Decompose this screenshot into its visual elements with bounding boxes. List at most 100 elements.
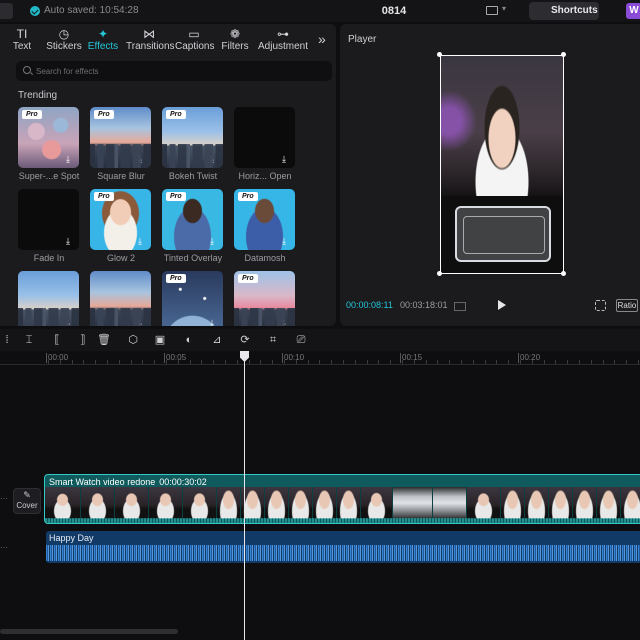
layout-icon[interactable]: [486, 6, 498, 15]
mirror-button[interactable]: ⊿: [210, 333, 224, 347]
track-handle-dots[interactable]: ⋯: [0, 543, 8, 552]
ruler-minor-tick: [437, 360, 438, 364]
search-box[interactable]: [16, 61, 332, 81]
panel-tabs: TI Text ◷ Stickers ✦ Effects ⋈ Transitions ▭ Capt…: [0, 24, 336, 56]
crop-button[interactable]: ⌗: [266, 333, 280, 347]
timecode-format-icon[interactable]: [454, 302, 466, 311]
ratio-button[interactable]: Ratio: [616, 299, 638, 312]
pro-badge: Pro: [166, 110, 186, 119]
download-icon[interactable]: [66, 236, 75, 247]
tab-adjustment[interactable]: ⊶ Adjustment: [256, 24, 310, 56]
adjustment-icon: ⊶: [277, 27, 289, 41]
time-ruler[interactable]: 00:00 00:05 00:10 00:15 00:20: [0, 351, 640, 365]
ruler-minor-tick: [272, 360, 273, 364]
shortcuts-button[interactable]: Shortcuts: [529, 2, 599, 20]
effect-thumbnail[interactable]: [18, 189, 79, 250]
mask-button[interactable]: ⬡: [126, 333, 140, 347]
download-icon[interactable]: [138, 154, 147, 165]
track-handle-dots[interactable]: ⋯: [0, 494, 8, 503]
subtitle-button[interactable]: ⎚: [294, 333, 308, 347]
select-button[interactable]: ⁞: [0, 333, 14, 347]
tab-transitions[interactable]: ⋈ Transitions: [126, 24, 175, 56]
resize-handle-top-right[interactable]: [561, 52, 566, 57]
ruler-tick-label: 00:20: [517, 353, 541, 363]
timeline[interactable]: 00:00 00:05 00:10 00:15 00:20 ⋯ ⋯ ✎ Cover Sm…: [0, 351, 640, 640]
effect-thumbnail[interactable]: [234, 107, 295, 168]
play-button[interactable]: [498, 300, 506, 310]
download-icon[interactable]: [138, 318, 147, 326]
fit-screen-icon[interactable]: [595, 300, 606, 311]
effect-thumbnail[interactable]: Pro: [162, 189, 223, 250]
video-clip-name: Smart Watch video redone: [49, 477, 156, 487]
tab-label: Transitions: [126, 41, 175, 52]
effect-thumbnail[interactable]: [18, 271, 79, 326]
rotate-icon: ⟳: [240, 334, 250, 346]
ruler-minor-tick: [237, 360, 238, 364]
effect-thumbnail[interactable]: Pro: [234, 189, 295, 250]
download-icon[interactable]: [210, 236, 219, 247]
freeze-button[interactable]: ▣: [153, 333, 167, 347]
video-frame-thumbnail: [549, 487, 573, 519]
delete-button[interactable]: 🗑: [97, 333, 111, 347]
audio-clip[interactable]: Happy Day: [46, 531, 640, 563]
video-frame-thumbnail: [183, 487, 217, 519]
captions-icon: ▭: [188, 27, 200, 41]
stickers-icon: ◷: [58, 27, 70, 41]
ruler-minor-tick: [48, 360, 49, 364]
current-timecode: 00:00:08:11: [346, 300, 393, 310]
effect-thumbnail[interactable]: Pro: [234, 271, 295, 326]
rotate-button[interactable]: ⟳: [238, 333, 252, 347]
more-tabs-chevron-icon[interactable]: »: [318, 31, 326, 47]
effect-name: Glow 2: [106, 253, 135, 263]
split-left-button[interactable]: ⟦: [50, 333, 64, 347]
video-preview[interactable]: [440, 55, 564, 274]
resize-handle-bottom-right[interactable]: [561, 271, 566, 276]
chevron-down-icon[interactable]: ▾: [502, 4, 506, 13]
tab-text[interactable]: TI Text: [6, 24, 38, 56]
subtitle-icon: ⎚: [296, 334, 306, 346]
split-button[interactable]: ⌶: [22, 333, 36, 347]
horizontal-scrollbar[interactable]: [0, 629, 178, 634]
effect-thumbnail[interactable]: Pro: [90, 189, 151, 250]
reverse-button[interactable]: ◐: [182, 333, 196, 347]
download-icon[interactable]: [210, 318, 219, 326]
search-input[interactable]: [36, 64, 316, 78]
audio-waveform: [46, 545, 640, 561]
avatar[interactable]: W: [626, 3, 640, 19]
download-icon[interactable]: [210, 154, 219, 165]
tab-effects[interactable]: ✦ Effects: [86, 24, 120, 56]
freeze-icon: ▣: [154, 334, 166, 346]
download-icon[interactable]: [282, 236, 291, 247]
resize-handle-top-left[interactable]: [437, 52, 442, 57]
video-frame-thumbnail: [525, 487, 549, 519]
download-icon[interactable]: [138, 236, 147, 247]
resize-handle-bottom-left[interactable]: [437, 271, 442, 276]
cover-button[interactable]: ✎ Cover: [13, 488, 41, 514]
tab-label: Effects: [87, 41, 119, 52]
ruler-minor-tick: [367, 360, 368, 364]
download-icon[interactable]: [282, 154, 291, 165]
download-icon[interactable]: [282, 318, 291, 326]
download-icon[interactable]: [66, 154, 75, 165]
effect-thumbnail[interactable]: [90, 271, 151, 326]
tab-stickers[interactable]: ◷ Stickers: [44, 24, 84, 56]
effect-thumbnail[interactable]: Pro: [18, 107, 79, 168]
ruler-minor-tick: [284, 360, 285, 364]
effect-thumbnail[interactable]: Pro: [162, 271, 223, 326]
split-right-button[interactable]: ⟧: [76, 333, 90, 347]
ruler-minor-tick: [402, 360, 403, 364]
effect-thumbnail[interactable]: Pro: [162, 107, 223, 168]
video-frame-thumbnail: [361, 487, 393, 519]
tab-filters[interactable]: ❁ Filters: [221, 24, 249, 56]
project-name[interactable]: 0814: [374, 5, 414, 17]
download-icon[interactable]: [66, 318, 75, 326]
tab-captions[interactable]: ▭ Captions: [175, 24, 214, 56]
main-menu-button[interactable]: [0, 3, 13, 19]
ruler-minor-tick: [579, 360, 580, 364]
effect-thumbnail[interactable]: Pro: [90, 107, 151, 168]
ruler-minor-tick: [190, 360, 191, 364]
playhead-line[interactable]: [244, 357, 245, 640]
video-clip[interactable]: Smart Watch video redone 00:00:30:02: [44, 474, 640, 524]
player-title: Player: [348, 34, 377, 45]
ruler-minor-tick: [496, 360, 497, 364]
